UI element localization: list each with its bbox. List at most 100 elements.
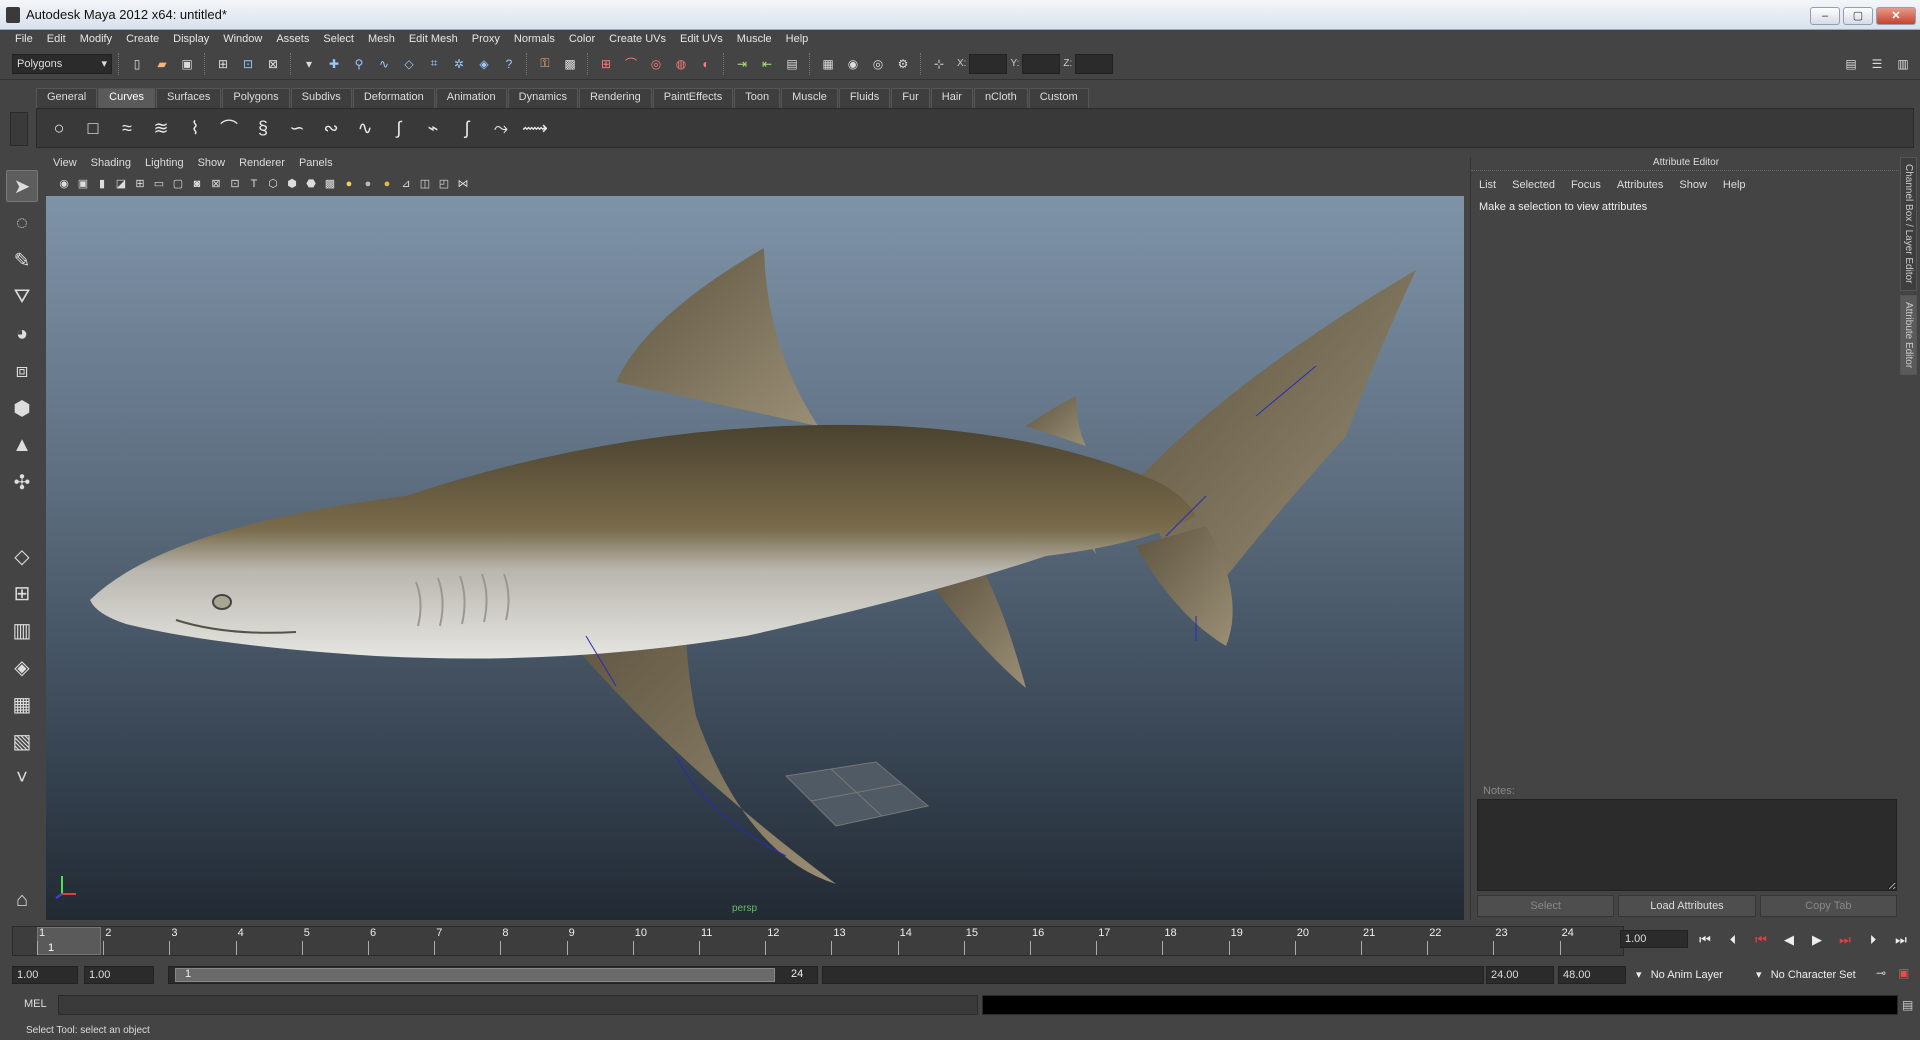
snap-point-icon[interactable]: ◎ [645, 53, 667, 75]
single-perspective-layout-icon[interactable]: ◇ [6, 540, 38, 572]
shelf-tab-toon[interactable]: Toon [734, 88, 781, 108]
play-forwards-icon[interactable]: ▶ [1808, 932, 1826, 948]
wireframe-icon[interactable]: ⬡ [265, 176, 281, 192]
select-deformations-icon[interactable]: ⌗ [423, 53, 445, 75]
camera-select-icon[interactable]: ◉ [56, 176, 72, 192]
shelf-tab-dynamics[interactable]: Dynamics [507, 88, 578, 108]
isolate-select-icon[interactable]: ⊿ [398, 176, 414, 192]
ae-menu-help[interactable]: Help [1723, 179, 1746, 191]
menu-edit-uvs[interactable]: Edit UVs [673, 33, 730, 45]
minimize-button[interactable]: – [1810, 7, 1840, 25]
step-back-icon[interactable]: ⏴ [1724, 932, 1742, 948]
range-slider-thumb[interactable] [175, 968, 775, 982]
go-to-start-icon[interactable]: ⏮ [1696, 932, 1714, 948]
select-object-icon[interactable]: ⊡ [237, 53, 259, 75]
menuset-dropdown[interactable]: Polygons ▾ [12, 53, 112, 74]
insert-knot-icon[interactable]: ∾ [317, 114, 345, 142]
shelf-tab-hair[interactable]: Hair [930, 88, 973, 108]
nurbs-circle-icon[interactable]: ○ [45, 114, 73, 142]
current-time-field[interactable]: 1.00 [1620, 930, 1688, 948]
anim-layer-dropdown[interactable]: ▾ No Anim Layer [1636, 968, 1723, 981]
shelf-tab-fur[interactable]: Fur [891, 88, 930, 108]
select-curves-icon[interactable]: ∿ [373, 53, 395, 75]
render-view-icon[interactable]: ▦ [817, 53, 839, 75]
menu-color[interactable]: Color [562, 33, 602, 45]
shark-body[interactable] [90, 424, 1196, 659]
shelf-tab-muscle[interactable]: Muscle [781, 88, 838, 108]
step-back-key-icon[interactable]: ⏮ [1752, 932, 1770, 948]
go-to-end-icon[interactable]: ⏭ [1892, 932, 1910, 948]
shelf-tab-surfaces[interactable]: Surfaces [155, 88, 222, 108]
menu-proxy[interactable]: Proxy [465, 33, 507, 45]
default-light-icon[interactable]: ● [341, 176, 357, 192]
menu-mesh[interactable]: Mesh [361, 33, 402, 45]
character-set-dropdown[interactable]: ▾ No Character Set [1756, 968, 1856, 981]
last-tool-used-icon[interactable] [6, 503, 38, 535]
ae-menu-focus[interactable]: Focus [1571, 179, 1601, 191]
bookmark-icon[interactable]: ▮ [94, 176, 110, 192]
shelf-tab-custom[interactable]: Custom [1028, 88, 1089, 108]
soft-modification-tool-icon[interactable]: ▲ [6, 429, 38, 461]
universal-manipulator-icon[interactable]: ⬢ [6, 392, 38, 424]
paint-select-tool-icon[interactable]: ✎ [6, 244, 38, 276]
channel-box-tab[interactable]: Channel Box / Layer Editor [1900, 157, 1917, 291]
field-chart-icon[interactable]: ⊠ [208, 176, 224, 192]
select-component-icon[interactable]: ⊠ [262, 53, 284, 75]
ipr-render-icon[interactable]: ◎ [867, 53, 889, 75]
rotate-tool-icon[interactable]: ◕ [6, 318, 38, 350]
time-slider[interactable]: 1 1 2 3 4 5 6 7 8 9 10 11 12 13 14 15 16 17 18 19 20 21 22 23 2… [12, 926, 1624, 956]
tool-settings-toggle-icon[interactable]: ☰ [1866, 53, 1888, 75]
ae-menu-show[interactable]: Show [1679, 179, 1707, 191]
ae-menu-attributes[interactable]: Attributes [1617, 179, 1663, 191]
step-forward-key-icon[interactable]: ⏭ [1836, 932, 1854, 948]
shelf-tab-animation[interactable]: Animation [435, 88, 507, 108]
wireframe-on-shaded-icon[interactable]: ⬣ [303, 176, 319, 192]
menu-create-uvs[interactable]: Create UVs [602, 33, 673, 45]
maximize-button[interactable]: ▢ [1843, 7, 1873, 25]
step-forward-icon[interactable]: ⏵ [1864, 932, 1882, 948]
open-scene-icon[interactable]: ▰ [151, 53, 173, 75]
select-misc-icon[interactable]: ? [498, 53, 520, 75]
menu-assets[interactable]: Assets [269, 33, 316, 45]
select-hierarchy-icon[interactable]: ⊞ [212, 53, 234, 75]
select-surfaces-icon[interactable]: ◇ [398, 53, 420, 75]
attribute-editor-toggle-icon[interactable]: ▤ [1840, 53, 1862, 75]
layout-more-icon[interactable]: ˅ [6, 762, 38, 794]
range-slider[interactable]: 1 24 [168, 966, 818, 984]
attach-curves-icon[interactable]: § [249, 114, 277, 142]
shelf-tab-rendering[interactable]: Rendering [578, 88, 652, 108]
menu-display[interactable]: Display [166, 33, 216, 45]
viewport-menu-view[interactable]: View [46, 157, 84, 173]
safe-action-icon[interactable]: ⊡ [227, 176, 243, 192]
scale-tool-icon[interactable]: ⧈ [6, 355, 38, 387]
notes-field[interactable] [1477, 799, 1897, 891]
shelf-tab-deformation[interactable]: Deformation [352, 88, 435, 108]
add-points-tool-icon[interactable]: ʃ [453, 114, 481, 142]
close-button[interactable]: ✕ [1876, 7, 1916, 25]
menu-file[interactable]: File [8, 33, 40, 45]
y-field[interactable] [1022, 53, 1061, 74]
camera-attributes-icon[interactable]: ▣ [75, 176, 91, 192]
select-handles-icon[interactable]: ✚ [323, 53, 345, 75]
viewport-menu-panels[interactable]: Panels [292, 157, 340, 173]
menu-help[interactable]: Help [779, 33, 816, 45]
command-input[interactable] [58, 995, 978, 1015]
render-settings-icon[interactable]: ⚙ [892, 53, 914, 75]
curve-editing-tool-icon[interactable]: ⤳ [487, 114, 515, 142]
second-dorsal-fin[interactable] [1026, 396, 1086, 446]
viewport-menu-shading[interactable]: Shading [84, 157, 138, 173]
viewport-menu-show[interactable]: Show [191, 157, 233, 173]
ae-menu-list[interactable]: List [1479, 179, 1496, 191]
make-live-icon[interactable]: ◐ [695, 53, 717, 75]
shelf-tab-fluids[interactable]: Fluids [838, 88, 891, 108]
menu-select[interactable]: Select [316, 33, 361, 45]
highlight-selection-icon[interactable]: ▩ [559, 53, 581, 75]
shark-model[interactable] [46, 196, 1464, 920]
menu-normals[interactable]: Normals [507, 33, 562, 45]
cv-curve-tool-icon[interactable]: ≈ [113, 114, 141, 142]
hypershade-persp-layout-icon[interactable]: ▦ [6, 688, 38, 720]
detach-curves-icon[interactable]: ∽ [283, 114, 311, 142]
menu-edit[interactable]: Edit [40, 33, 73, 45]
persp-outliner-layout-icon[interactable]: ▥ [6, 614, 38, 646]
nurbs-square-icon[interactable]: □ [79, 114, 107, 142]
